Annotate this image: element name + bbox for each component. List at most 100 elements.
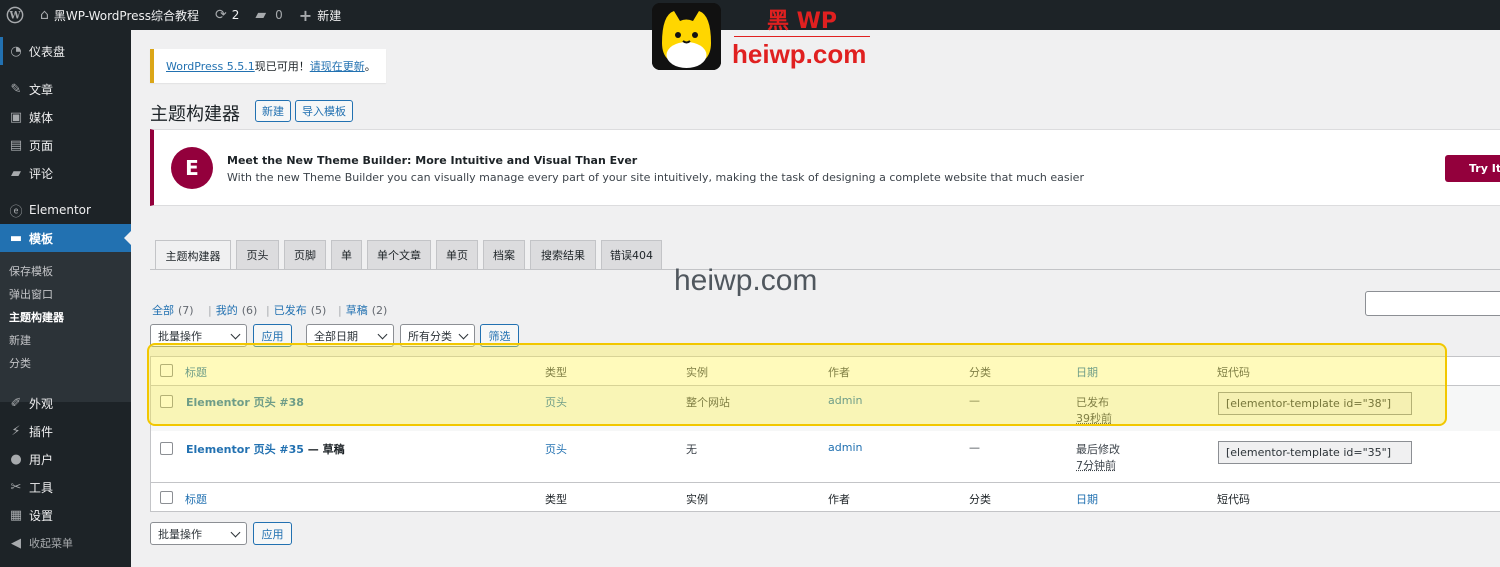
row-type-link[interactable]: 页头: [545, 441, 567, 457]
column-shortcode: 短代码: [1217, 493, 1250, 506]
submenu-popups[interactable]: 弹出窗口: [9, 286, 53, 302]
heiwp-brand-overlay: 黑 WP heiwp.com: [652, 3, 877, 73]
menu-label: Elementor: [29, 203, 91, 217]
promo-description: With the new Theme Builder you can visua…: [227, 171, 1084, 184]
menu-plugins[interactable]: ⚡ 插件: [0, 417, 131, 445]
submenu-categories[interactable]: 分类: [9, 355, 31, 371]
plus-icon: +: [298, 5, 313, 25]
menu-users[interactable]: ● 用户: [0, 445, 131, 473]
updates-link[interactable]: ⟳ 2: [207, 0, 247, 30]
menu-label: 评论: [29, 166, 54, 181]
column-date[interactable]: 日期: [1076, 491, 1098, 507]
search-input[interactable]: [1365, 291, 1500, 316]
tab-single-post[interactable]: 单个文章: [367, 240, 431, 269]
menu-media[interactable]: ▣ 媒体: [0, 103, 131, 131]
menu-label: 用户: [29, 452, 54, 467]
menu-settings[interactable]: ▦ 设置: [0, 501, 131, 529]
row-title-link[interactable]: Elementor 页头 #35: [186, 443, 304, 456]
tab-search-results[interactable]: 搜索结果: [530, 240, 596, 269]
submenu-saved-templates[interactable]: 保存模板: [9, 263, 53, 279]
menu-pages[interactable]: ▤ 页面: [0, 131, 131, 159]
plugin-icon: ⚡: [11, 423, 21, 439]
menu-appearance[interactable]: ✐ 外观: [0, 389, 131, 417]
row-status: 最后修改: [1076, 443, 1120, 456]
new-content-link[interactable]: + 新建: [291, 0, 349, 30]
view-mine[interactable]: | 我的 (6): [204, 302, 257, 318]
row-author-link[interactable]: admin: [828, 441, 862, 454]
view-label: 全部: [152, 304, 174, 317]
highlight-annotation: [147, 343, 1447, 426]
import-templates-button[interactable]: 导入模板: [295, 100, 353, 122]
wordpress-version-link[interactable]: WordPress 5.5.1: [166, 60, 255, 73]
updates-count: 2: [231, 8, 240, 22]
view-drafts[interactable]: | 草稿 (2): [334, 302, 387, 318]
brand-title: 黑 WP: [767, 9, 838, 34]
site-name-link[interactable]: ⌂ 黑WP-WordPress综合教程: [32, 0, 207, 30]
column-author: 作者: [828, 493, 850, 506]
row-checkbox[interactable]: [160, 442, 173, 455]
tab-single[interactable]: 单: [331, 240, 362, 269]
theme-builder-promo: E Meet the New Theme Builder: More Intui…: [150, 129, 1500, 206]
menu-collapse[interactable]: ◀ 收起菜单: [0, 529, 131, 557]
tab-theme-builder[interactable]: 主题构建器: [155, 240, 231, 270]
row-category: —: [969, 441, 980, 454]
view-count: (5): [310, 304, 327, 317]
menu-elementor[interactable]: ⓔ Elementor: [0, 196, 131, 224]
update-notice: WordPress 5.5.1 现已可用！ 请现在更新 。: [150, 49, 386, 83]
pin-icon: ✎: [10, 81, 22, 97]
elementor-logo-icon: E: [171, 147, 213, 189]
cat-mascot-icon: [652, 3, 721, 70]
comments-link[interactable]: ▰ 0: [247, 0, 290, 30]
settings-icon: ▦: [9, 507, 23, 523]
menu-label: 插件: [29, 424, 54, 439]
user-icon: ●: [10, 451, 22, 467]
wp-logo-menu[interactable]: W: [0, 0, 32, 30]
select-value: 全部日期: [314, 329, 358, 343]
table-footer-row: 标题 类型 实例 作者 分类 日期 短代码: [151, 483, 1500, 512]
shortcode-field[interactable]: [elementor-template id="35"]: [1218, 441, 1412, 464]
menu-label: 设置: [29, 508, 54, 523]
comments-count: 0: [275, 8, 283, 22]
add-new-button[interactable]: 新建: [255, 100, 291, 122]
page-title: 主题构建器: [150, 104, 240, 125]
select-all-checkbox[interactable]: [160, 491, 173, 504]
tab-error-404[interactable]: 错误404: [601, 240, 662, 269]
row-instance: 无: [686, 443, 697, 456]
column-title[interactable]: 标题: [185, 491, 207, 507]
tab-footer[interactable]: 页脚: [284, 240, 326, 269]
bulk-actions-select-bottom[interactable]: 批量操作: [150, 522, 247, 545]
chevron-down-icon: [458, 329, 469, 340]
tab-archive[interactable]: 档案: [483, 240, 525, 269]
notice-text: 现已可用！: [254, 60, 310, 73]
apply-button-bottom[interactable]: 应用: [253, 522, 292, 545]
column-instance: 实例: [686, 493, 708, 506]
wordpress-icon: W: [6, 6, 24, 24]
admin-sidebar: ◔ 仪表盘 ✎ 文章 ▣ 媒体 ▤ 页面 ▰ 评论 ⓔ Elementor ▬ 模板 保存模板…: [0, 30, 131, 567]
update-now-link[interactable]: 请现在更新: [310, 58, 365, 74]
view-all[interactable]: 全部 (7): [152, 302, 194, 318]
chevron-down-icon: [377, 329, 388, 340]
folder-icon: ▬: [9, 230, 23, 246]
tab-divider: [150, 269, 1500, 270]
menu-dashboard[interactable]: ◔ 仪表盘: [0, 37, 131, 65]
menu-comments[interactable]: ▰ 评论: [0, 159, 131, 187]
menu-posts[interactable]: ✎ 文章: [0, 75, 131, 103]
menu-templates[interactable]: ▬ 模板: [0, 224, 131, 252]
tab-header[interactable]: 页头: [236, 240, 279, 269]
menu-label: 页面: [29, 138, 54, 153]
menu-label: 外观: [29, 396, 54, 411]
menu-tools[interactable]: ✂ 工具: [0, 473, 131, 501]
view-published[interactable]: | 已发布 (5): [262, 302, 326, 318]
menu-label: 模板: [29, 231, 54, 246]
submenu-add-new[interactable]: 新建: [9, 332, 31, 348]
draft-state: — 草稿: [303, 443, 345, 456]
try-it-button[interactable]: Try It N: [1445, 155, 1500, 182]
comment-icon: ▰: [11, 165, 21, 181]
select-value: 所有分类: [408, 329, 452, 343]
submenu-theme-builder[interactable]: 主题构建器: [9, 309, 64, 325]
menu-label: 收起菜单: [29, 537, 73, 550]
templates-submenu: 保存模板 弹出窗口 主题构建器 新建 分类: [0, 252, 131, 402]
menu-label: 文章: [29, 82, 54, 97]
view-count: (6): [241, 304, 258, 317]
tab-single-page[interactable]: 单页: [436, 240, 478, 269]
